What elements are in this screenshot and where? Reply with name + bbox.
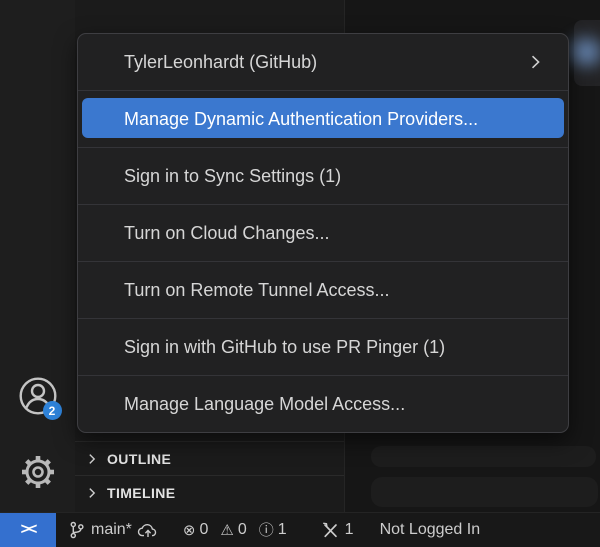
- tools-count: 1: [345, 521, 354, 539]
- info-icon: ⓘ: [259, 523, 274, 538]
- section-label: TIMELINE: [107, 485, 176, 501]
- sidebar-section-timeline[interactable]: TIMELINE: [75, 475, 344, 509]
- editor-ghost-row: [371, 446, 596, 467]
- menu-item-label: Sign in with GitHub to use PR Pinger (1): [124, 337, 445, 358]
- warning-icon: ⚠: [220, 523, 233, 538]
- menu-item-account[interactable]: TylerLeonhardt (GitHub): [78, 34, 568, 90]
- problems-status-item[interactable]: ⊗ 0 ⚠ 0 ⓘ 1: [183, 521, 295, 539]
- menu-item-label: Sign in to Sync Settings (1): [124, 166, 341, 187]
- sidebar-sections: OUTLINE TIMELINE: [75, 441, 344, 509]
- sidebar-section-outline[interactable]: OUTLINE: [75, 441, 344, 475]
- status-bar: >< main* ⊗ 0 ⚠ 0 ⓘ 1: [0, 512, 600, 547]
- accounts-button[interactable]: 2: [18, 376, 58, 416]
- submenu-chevron-icon: [526, 53, 544, 71]
- warning-count: 0: [238, 521, 247, 539]
- editor-ghost-row: [371, 477, 598, 507]
- menu-item-turn-on-cloud-changes[interactable]: Turn on Cloud Changes...: [78, 204, 568, 261]
- gear-icon: [18, 452, 58, 492]
- tools-icon: [321, 521, 340, 540]
- branch-name: main*: [91, 521, 132, 539]
- menu-item-label: Turn on Remote Tunnel Access...: [124, 280, 389, 301]
- settings-button[interactable]: [18, 452, 58, 492]
- login-status-item[interactable]: Not Logged In: [380, 521, 481, 539]
- remote-indicator[interactable]: ><: [0, 513, 56, 547]
- menu-item-sign-in-sync-settings[interactable]: Sign in to Sync Settings (1): [78, 147, 568, 204]
- error-count: 0: [199, 521, 208, 539]
- menu-item-label: Manage Dynamic Authentication Providers.…: [124, 109, 478, 130]
- cloud-upload-icon: [137, 522, 159, 539]
- git-branch-icon: [68, 521, 86, 539]
- menu-item-sign-in-github-pr-pinger[interactable]: Sign in with GitHub to use PR Pinger (1): [78, 318, 568, 375]
- menu-item-label: TylerLeonhardt (GitHub): [124, 52, 317, 73]
- menu-item-manage-language-model-access[interactable]: Manage Language Model Access...: [78, 375, 568, 432]
- menu-item-label: Manage Language Model Access...: [124, 394, 405, 415]
- tools-status-item[interactable]: 1: [321, 521, 354, 540]
- activity-bar: 2: [0, 0, 75, 512]
- login-status-text: Not Logged In: [380, 521, 481, 539]
- menu-item-manage-dynamic-auth-providers[interactable]: Manage Dynamic Authentication Providers.…: [78, 90, 568, 147]
- chevron-right-icon: [85, 486, 99, 500]
- menu-item-label: Turn on Cloud Changes...: [124, 223, 329, 244]
- accounts-context-menu: TylerLeonhardt (GitHub) Manage Dynamic A…: [77, 33, 569, 433]
- branch-status-item[interactable]: main*: [68, 521, 159, 539]
- menu-item-turn-on-remote-tunnel[interactable]: Turn on Remote Tunnel Access...: [78, 261, 568, 318]
- chevron-right-icon: [85, 452, 99, 466]
- info-count: 1: [278, 521, 287, 539]
- error-icon: ⊗: [183, 523, 196, 538]
- section-label: OUTLINE: [107, 451, 171, 467]
- accounts-badge: 2: [43, 401, 62, 420]
